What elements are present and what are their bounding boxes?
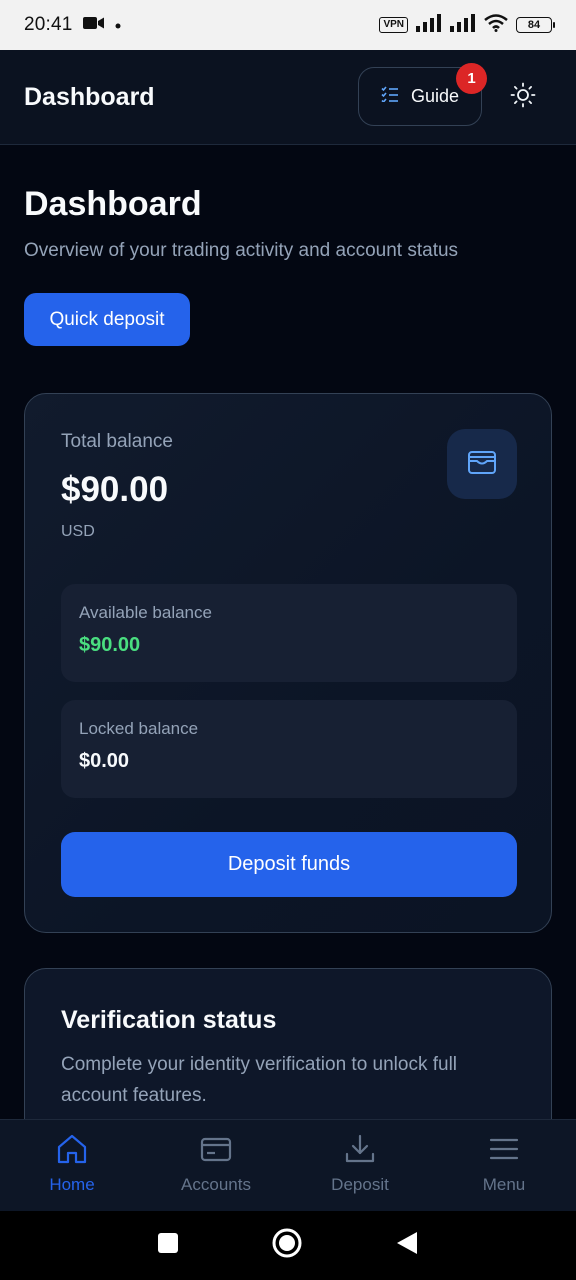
- signal-icon-2: [450, 13, 476, 37]
- wallet-icon-tile: [447, 429, 517, 499]
- verification-text: Complete your identity verification to u…: [61, 1054, 458, 1106]
- nav-item-accounts[interactable]: Accounts: [144, 1120, 288, 1212]
- verification-title: Verification status: [61, 1006, 277, 1034]
- home-button[interactable]: [271, 1227, 303, 1264]
- menu-icon: [488, 1134, 520, 1169]
- wallet-icon: [467, 448, 497, 481]
- deposit-funds-button[interactable]: Deposit funds: [61, 832, 517, 897]
- status-time: 20:41: [24, 14, 73, 35]
- back-button[interactable]: [395, 1230, 419, 1261]
- app-screen: 20:41 VPN 84 Dashboard Guide 1 Dashboard…: [0, 0, 576, 1280]
- status-bar: 20:41 VPN 84: [0, 0, 576, 50]
- page-subtitle: Overview of your trading activity and ac…: [24, 240, 459, 261]
- dot-icon: [115, 16, 121, 34]
- system-navigation-bar: [0, 1211, 576, 1280]
- locked-balance-value: $0.00: [79, 750, 130, 772]
- battery-indicator: 84: [516, 17, 555, 33]
- nav-item-home[interactable]: Home: [0, 1120, 144, 1212]
- available-balance-value: $90.00: [79, 634, 141, 656]
- guide-notification-badge: 1: [456, 63, 487, 94]
- nav-item-menu[interactable]: Menu: [432, 1120, 576, 1212]
- nav-label-accounts: Accounts: [181, 1175, 251, 1194]
- balance-card: Total balance $90.00 USD Available balan…: [24, 393, 552, 933]
- balance-currency: USD: [61, 523, 95, 540]
- bottom-navigation: Home Accounts Deposit Menu: [0, 1119, 576, 1211]
- locked-balance-label: Locked balance: [79, 719, 199, 738]
- quick-deposit-button[interactable]: Quick deposit: [24, 293, 190, 346]
- recents-button[interactable]: [157, 1232, 179, 1259]
- locked-balance-box: Locked balance $0.00: [61, 700, 517, 798]
- nav-label-menu: Menu: [482, 1175, 526, 1194]
- nav-label-home: Home: [49, 1175, 95, 1194]
- theme-toggle-button[interactable]: [507, 81, 539, 113]
- page-title: Dashboard: [24, 185, 202, 223]
- total-balance-amount: $90.00: [61, 470, 169, 509]
- vpn-badge: VPN: [379, 17, 408, 33]
- download-icon: [344, 1134, 376, 1169]
- status-left: 20:41: [24, 14, 121, 36]
- nav-label-deposit: Deposit: [331, 1175, 389, 1194]
- status-right: VPN 84: [379, 13, 555, 37]
- wifi-icon: [484, 13, 508, 37]
- nav-item-deposit[interactable]: Deposit: [288, 1120, 432, 1212]
- checklist-icon: [381, 86, 399, 107]
- video-camera-icon: [82, 16, 105, 35]
- sun-icon: [510, 82, 536, 113]
- available-balance-box: Available balance $90.00: [61, 584, 517, 682]
- top-app-bar: Dashboard Guide 1: [0, 50, 576, 145]
- home-icon: [56, 1134, 88, 1169]
- guide-label: Guide: [410, 86, 460, 106]
- total-balance-label: Total balance: [61, 431, 173, 452]
- signal-icon: [416, 13, 442, 37]
- card-icon: [200, 1134, 232, 1169]
- app-bar-title: Dashboard: [24, 82, 155, 111]
- available-balance-label: Available balance: [79, 603, 212, 622]
